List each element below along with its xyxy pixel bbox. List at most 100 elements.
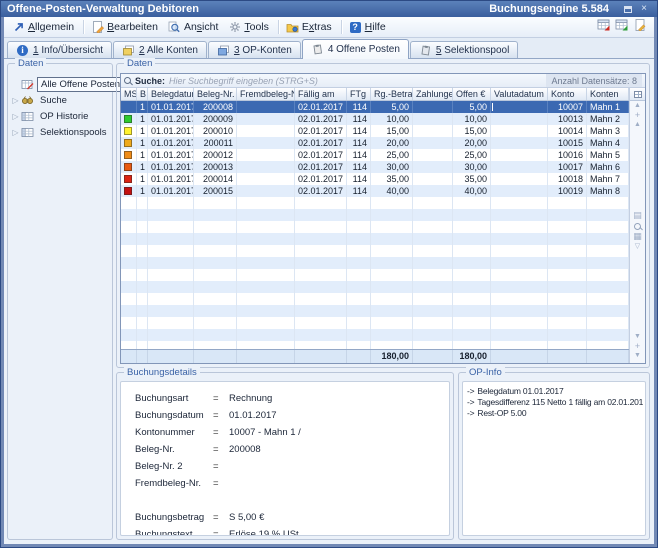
nav-marker-icon[interactable]: + — [635, 111, 640, 120]
column-header-faellig_am[interactable]: Fällig am — [295, 88, 347, 100]
table-import-button[interactable] — [615, 18, 628, 36]
scroll-up-icon[interactable]: ▲ — [634, 120, 641, 130]
export-icon[interactable]: ▦ — [633, 232, 642, 242]
table-row[interactable]: 101.01.201720001502.01.201711440,0040,00… — [121, 185, 629, 197]
table-row[interactable]: 101.01.201720000902.01.201711410,0010,00… — [121, 113, 629, 125]
sidebar-item-op-historie[interactable]: ▷OP Historie — [10, 108, 110, 124]
total-rg_betrag: 180,00 — [371, 350, 413, 363]
tab-4-offene-posten[interactable]: 4 Offene Posten — [302, 39, 409, 59]
column-header-ms[interactable]: MS — [121, 88, 137, 100]
menu-item-tools[interactable]: Tools — [224, 19, 275, 35]
cell-b: 1 — [137, 101, 148, 113]
cell-faellig_am: 02.01.2017 — [295, 125, 347, 137]
cell-beleg_nr: 200013 — [194, 161, 237, 173]
op-info-line: ->Belegdatum 01.01.2017 — [467, 386, 643, 397]
table-row[interactable]: 101.01.201720001002.01.201711415,0015,00… — [121, 125, 629, 137]
arrow-ne-icon — [12, 21, 25, 33]
record-count: Anzahl Datensätze: 8 — [546, 74, 642, 87]
column-header-konto[interactable]: Konto — [548, 88, 587, 100]
nav-marker2-icon[interactable]: + — [635, 342, 640, 351]
table-row[interactable]: 101.01.201720001402.01.201711435,0035,00… — [121, 173, 629, 185]
empty-row — [121, 197, 629, 209]
menu-item-hilfe[interactable]: ?Hilfe — [345, 19, 392, 35]
cell-konto: 10007 — [548, 101, 587, 113]
menu-item-extras[interactable]: Extras — [282, 19, 338, 35]
op-info-panel: ->Belegdatum 01.01.2017->Tagesdifferenz … — [462, 381, 646, 536]
table-row[interactable]: 101.01.201720001102.01.201711420,0020,00… — [121, 137, 629, 149]
tab-1-info-übersicht[interactable]: i1 Info/Übersicht — [7, 41, 112, 58]
sidebar-item-label: Alle Offene Posten — [37, 77, 124, 92]
close-button[interactable]: × — [637, 3, 651, 15]
table-row[interactable]: 101.01.201720001302.01.201711430,0030,00… — [121, 161, 629, 173]
table-export-button[interactable] — [597, 18, 610, 36]
column-header-konten[interactable]: Konten — [587, 88, 629, 100]
menu-item-label: Extras — [302, 21, 332, 33]
details-label: Kontonummer — [135, 427, 213, 438]
menu-item-allgemein[interactable]: Allgemein — [8, 19, 80, 35]
cell-faellig_am: 02.01.2017 — [295, 173, 347, 185]
search-input[interactable] — [169, 76, 542, 86]
column-header-valutadatum[interactable]: Valutadatum — [491, 88, 548, 100]
column-header-rg_betrag[interactable]: Rg.-Betrag € — [371, 88, 413, 100]
edit-icon — [91, 21, 104, 33]
column-header-offen[interactable]: Offen € — [453, 88, 491, 100]
tools-icon — [228, 21, 241, 33]
view-list-icon[interactable]: ▤ — [633, 211, 642, 221]
column-header-fremdbeleg_nr[interactable]: Fremdbeleg-Nr. — [237, 88, 295, 100]
cell-zahlungen — [413, 125, 453, 137]
column-header-b[interactable]: B — [137, 88, 148, 100]
grid-group-label: Daten — [124, 58, 155, 69]
open-items-icon — [21, 78, 34, 90]
close-icon: × — [641, 4, 647, 14]
cell-fremdbeleg_nr — [237, 149, 295, 161]
menu-item-bearbeiten[interactable]: Bearbeiten — [87, 19, 164, 35]
table-row[interactable]: 101.01.201720001202.01.201711425,0025,00… — [121, 149, 629, 161]
cell-ftg: 114 — [347, 173, 371, 185]
column-chooser-button[interactable] — [630, 88, 645, 101]
total-konto — [548, 350, 587, 363]
cell-b: 1 — [137, 137, 148, 149]
restore-button[interactable] — [621, 3, 635, 15]
document-edit-button[interactable] — [633, 18, 646, 36]
zoom-icon[interactable] — [634, 223, 641, 230]
cell-b: 1 — [137, 185, 148, 197]
cell-zahlungen — [413, 149, 453, 161]
scroll-bottom-icon[interactable]: ▼ — [634, 351, 641, 361]
cell-belegdatum: 01.01.2017 — [148, 149, 194, 161]
column-header-ftg[interactable]: FTg — [347, 88, 371, 100]
column-header-beleg_nr[interactable]: Beleg-Nr. — [194, 88, 237, 100]
sidebar-group-label: Daten — [15, 58, 46, 69]
details-label: Buchungstext — [135, 529, 213, 537]
total-beleg_nr — [194, 350, 237, 363]
sidebar-group: Daten Alle Offene Posten▷Suche▷OP Histor… — [7, 63, 113, 540]
tab-2-alle-konten[interactable]: 2 Alle Konten — [113, 41, 207, 58]
details-value: Erlöse 19 % USt — [229, 529, 299, 537]
cell-b: 1 — [137, 113, 148, 125]
cell-valutadatum — [491, 125, 548, 137]
sidebar-item-selektionspools[interactable]: ▷Selektionspools — [10, 124, 110, 140]
details-row-buchungsdatum: Buchungsdatum=01.01.2017 — [135, 409, 445, 421]
details-row-buchungstext: Buchungstext=Erlöse 19 % USt — [135, 528, 445, 536]
status-color-icon — [124, 187, 132, 195]
menu-item-ansicht[interactable]: Ansicht — [164, 19, 224, 35]
empty-row — [121, 317, 629, 329]
tab-5-selektionspool[interactable]: 5 Selektionspool — [410, 41, 518, 58]
booking-details-label: Buchungsdetails — [124, 367, 200, 378]
grid-header-row: MSBBelegdatumBeleg-Nr.Fremdbeleg-Nr.Fäll… — [121, 88, 629, 101]
details-value: Rechnung — [229, 393, 272, 404]
cell-faellig_am: 02.01.2017 — [295, 137, 347, 149]
cell-faellig_am: 02.01.2017 — [295, 185, 347, 197]
table-row[interactable]: 101.01.201720000802.01.20171145,005,0010… — [121, 101, 629, 113]
grid-totals-row: 180,00180,00 — [121, 349, 629, 363]
sidebar-item-suche[interactable]: ▷Suche — [10, 92, 110, 108]
column-header-zahlungen[interactable]: Zahlungen € — [413, 88, 453, 100]
filter-icon[interactable]: ▽ — [635, 242, 640, 252]
column-header-belegdatum[interactable]: Belegdatum — [148, 88, 194, 100]
cell-ms — [121, 161, 137, 173]
sidebar-item-alle-offene-posten[interactable]: Alle Offene Posten — [10, 76, 110, 92]
booking-details-panel: Buchungsart=RechnungBuchungsdatum=01.01.… — [120, 381, 450, 536]
cell-rg_betrag: 20,00 — [371, 137, 413, 149]
title-bar: Offene-Posten-Verwaltung Debitoren Buchu… — [1, 1, 657, 17]
tab-3-op-konten[interactable]: 3 OP-Konten — [208, 41, 301, 58]
menu-item-label: Ansicht — [184, 21, 218, 33]
